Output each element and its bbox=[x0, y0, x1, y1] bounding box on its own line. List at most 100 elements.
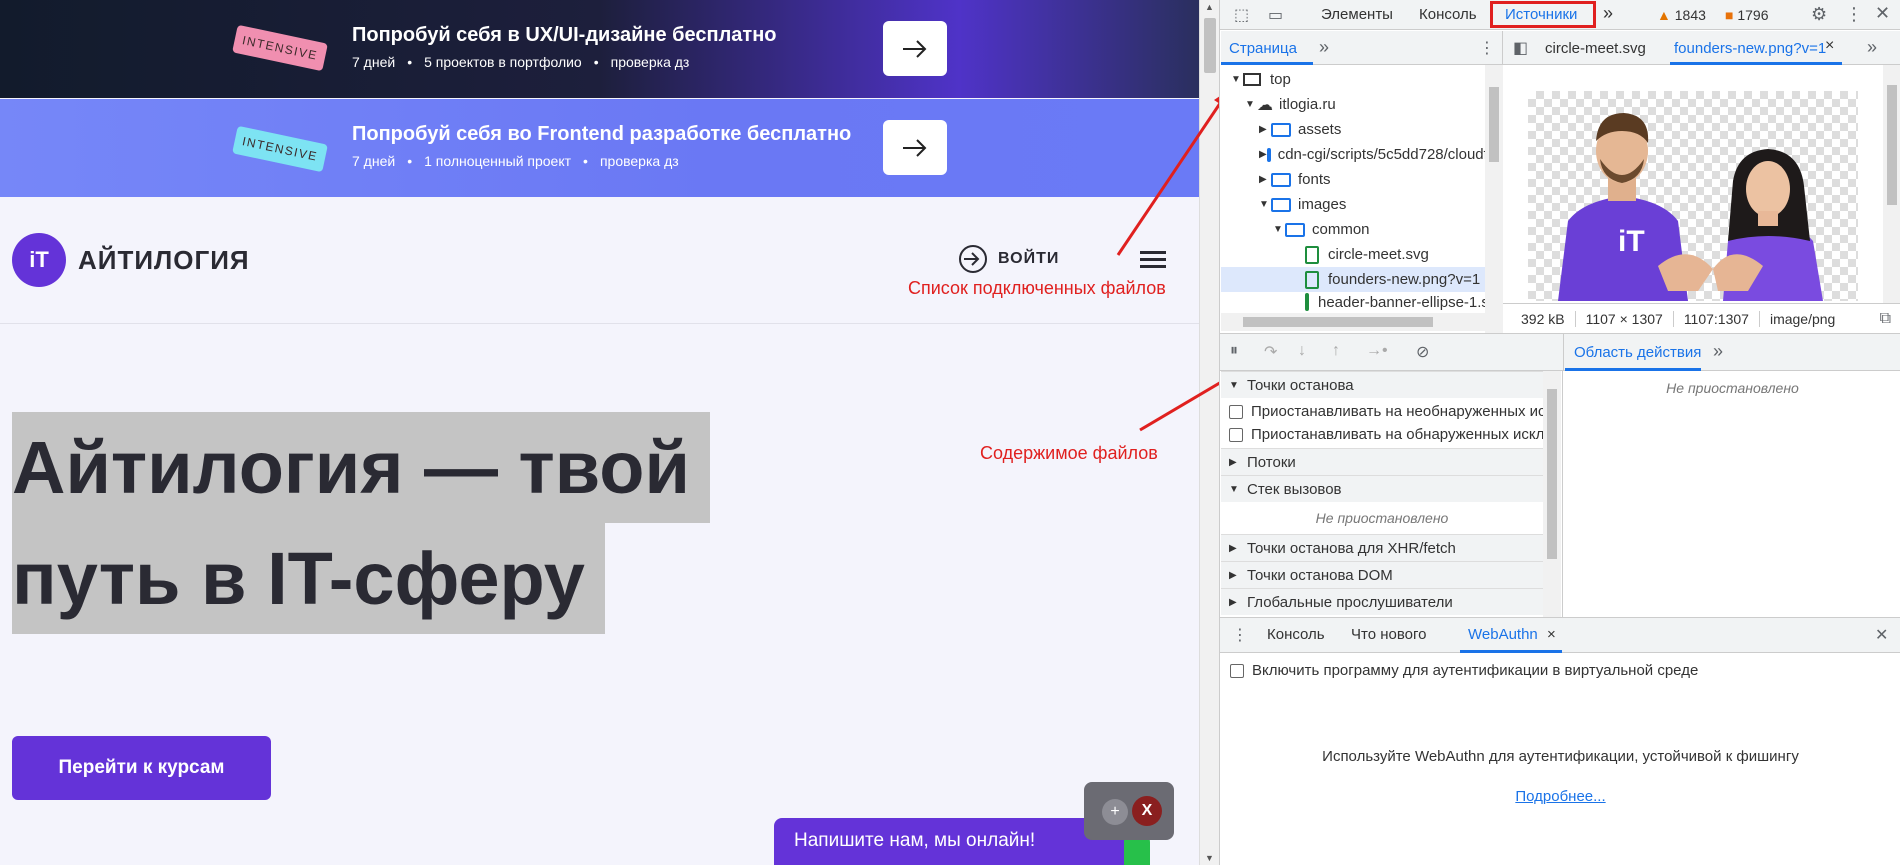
expanded-triangle-icon[interactable]: ▼ bbox=[1245, 99, 1257, 110]
highlight-box bbox=[1490, 1, 1596, 28]
scroll-up-icon[interactable]: ▲ bbox=[1205, 2, 1214, 12]
copy-image-icon[interactable]: ⧉ bbox=[1880, 310, 1891, 328]
tree-item-top[interactable]: ▼ top bbox=[1221, 67, 1487, 92]
chat-close-button[interactable]: X bbox=[1132, 796, 1162, 826]
step-out-icon[interactable]: ↑ bbox=[1332, 342, 1340, 360]
site-header: iT АЙТИЛОГИЯ ВОЙТИ bbox=[0, 198, 1199, 324]
step-into-icon[interactable]: ↓ bbox=[1298, 342, 1306, 360]
collapsed-triangle-icon[interactable]: ▶ bbox=[1259, 124, 1271, 135]
expanded-triangle-icon[interactable]: ▼ bbox=[1229, 380, 1241, 391]
expanded-triangle-icon[interactable]: ▼ bbox=[1231, 74, 1243, 85]
close-devtools-icon[interactable]: ✕ bbox=[1875, 3, 1890, 24]
step-over-icon[interactable]: ↷ bbox=[1264, 342, 1277, 362]
pause-icon[interactable]: ⏸ bbox=[1230, 342, 1238, 360]
close-tab-icon[interactable]: × bbox=[1547, 626, 1556, 643]
issues-counter[interactable]: ■ 1796 bbox=[1725, 7, 1769, 23]
hero-line-2: путь в IT-сферу bbox=[12, 523, 605, 634]
drawer-tab-whats-new[interactable]: Что нового bbox=[1351, 626, 1426, 643]
tree-item-label: cdn-cgi/scripts/5c5dd728/cloudflare-stat… bbox=[1277, 146, 1487, 163]
login-button[interactable]: ВОЙТИ bbox=[958, 244, 1059, 274]
more-tabs-icon[interactable]: » bbox=[1603, 3, 1613, 24]
tree-item-folder[interactable]: ▼ images bbox=[1221, 192, 1487, 217]
kebab-menu-icon[interactable]: ⋮ bbox=[1232, 625, 1248, 645]
editor-tab-founders[interactable]: founders-new.png?v=1 bbox=[1674, 40, 1826, 57]
menu-icon[interactable] bbox=[1140, 251, 1166, 272]
navigator-horizontal-scrollbar[interactable] bbox=[1221, 313, 1485, 331]
toggle-navigator-icon[interactable]: ◧ bbox=[1513, 38, 1528, 58]
go-to-courses-button[interactable]: Перейти к курсам bbox=[12, 736, 271, 800]
banner-detail: проверка дз bbox=[599, 153, 679, 169]
tab-console[interactable]: Консоль bbox=[1419, 6, 1477, 23]
tree-item-folder[interactable]: ▼ common bbox=[1221, 217, 1487, 242]
section-dom-breakpoints[interactable]: ▶ Точки останова DOM bbox=[1221, 561, 1543, 588]
debugger-sidebar-scrollbar[interactable] bbox=[1543, 371, 1561, 617]
banner-arrow-button[interactable] bbox=[883, 120, 947, 175]
more-tabs-icon[interactable]: » bbox=[1713, 341, 1723, 362]
expanded-triangle-icon[interactable]: ▼ bbox=[1259, 199, 1271, 210]
promo-banner-frontend[interactable]: INTENSIVE Попробуй себя во Frontend разр… bbox=[0, 99, 1199, 197]
page-scrollbar[interactable]: ▲ ▼ bbox=[1199, 0, 1219, 865]
tree-item-folder[interactable]: ▶ cdn-cgi/scripts/5c5dd728/cloudflare-st… bbox=[1221, 142, 1487, 167]
scroll-thumb[interactable] bbox=[1489, 87, 1499, 162]
kebab-menu-icon[interactable]: ⋮ bbox=[1845, 4, 1863, 25]
tab-scope[interactable]: Область действия bbox=[1574, 344, 1701, 361]
scroll-thumb[interactable] bbox=[1887, 85, 1897, 205]
scroll-thumb[interactable] bbox=[1204, 18, 1216, 73]
step-icon[interactable]: →• bbox=[1366, 342, 1388, 360]
mime-type: image/png bbox=[1769, 310, 1836, 327]
close-drawer-icon[interactable]: ✕ bbox=[1875, 625, 1888, 645]
collapsed-triangle-icon[interactable]: ▶ bbox=[1259, 174, 1271, 185]
more-tabs-icon[interactable]: » bbox=[1319, 37, 1329, 58]
navigator-vertical-scrollbar[interactable] bbox=[1485, 65, 1503, 333]
checkbox[interactable] bbox=[1229, 404, 1243, 419]
pause-caught-option[interactable]: Приостанавливать на обнаруженных исключе… bbox=[1221, 421, 1543, 448]
drawer-tab-console[interactable]: Консоль bbox=[1267, 626, 1325, 643]
checkbox[interactable] bbox=[1230, 663, 1244, 678]
section-global-listeners[interactable]: ▶ Глобальные прослушиватели bbox=[1221, 588, 1543, 615]
kebab-menu-icon[interactable]: ⋮ bbox=[1479, 38, 1495, 58]
preview-scrollbar[interactable] bbox=[1883, 65, 1900, 303]
expanded-triangle-icon[interactable]: ▼ bbox=[1229, 484, 1241, 495]
cloud-icon: ☁ bbox=[1257, 96, 1273, 114]
device-toggle-icon[interactable]: ▭ bbox=[1268, 5, 1283, 25]
collapsed-triangle-icon[interactable]: ▶ bbox=[1229, 457, 1241, 468]
tree-item-folder[interactable]: ▶ fonts bbox=[1221, 167, 1487, 192]
tree-item-file-selected[interactable]: founders-new.png?v=1 bbox=[1221, 267, 1487, 292]
inspect-element-icon[interactable]: ⬚ bbox=[1234, 5, 1249, 25]
close-tab-icon[interactable]: × bbox=[1825, 37, 1834, 55]
section-xhr-breakpoints[interactable]: ▶ Точки останова для XHR/fetch bbox=[1221, 534, 1543, 561]
tab-page[interactable]: Страница bbox=[1229, 40, 1297, 57]
settings-gear-icon[interactable]: ⚙ bbox=[1811, 4, 1827, 25]
more-tabs-icon[interactable]: » bbox=[1867, 37, 1877, 58]
section-call-stack[interactable]: ▼ Стек вызовов bbox=[1221, 475, 1543, 502]
drawer-tab-webauthn[interactable]: WebAuthn bbox=[1468, 626, 1538, 643]
section-threads[interactable]: ▶ Потоки bbox=[1221, 448, 1543, 475]
checkbox[interactable] bbox=[1229, 427, 1243, 442]
warnings-counter[interactable]: ▲ 1843 bbox=[1657, 7, 1706, 23]
deactivate-breakpoints-icon[interactable]: ⊘ bbox=[1416, 342, 1429, 362]
tab-elements[interactable]: Элементы bbox=[1321, 6, 1393, 23]
scroll-thumb[interactable] bbox=[1243, 317, 1433, 327]
tree-item-file[interactable]: header-banner-ellipse-1.svg bbox=[1221, 292, 1487, 312]
expanded-triangle-icon[interactable]: ▼ bbox=[1273, 224, 1285, 235]
section-breakpoints[interactable]: ▼ Точки останова bbox=[1221, 371, 1543, 398]
scroll-thumb[interactable] bbox=[1547, 389, 1557, 559]
editor-tab-circle-meet[interactable]: circle-meet.svg bbox=[1545, 40, 1646, 57]
tree-item-file[interactable]: circle-meet.svg bbox=[1221, 242, 1487, 267]
banner-arrow-button[interactable] bbox=[883, 21, 947, 76]
tree-item-label: header-banner-ellipse-1.svg bbox=[1318, 293, 1487, 311]
logo-mark[interactable]: iT bbox=[12, 233, 66, 287]
collapsed-triangle-icon[interactable]: ▶ bbox=[1229, 570, 1241, 581]
tree-item-domain[interactable]: ▼ ☁ itlogia.ru bbox=[1221, 92, 1487, 117]
collapsed-triangle-icon[interactable]: ▶ bbox=[1229, 543, 1241, 554]
scroll-down-icon[interactable]: ▼ bbox=[1205, 853, 1214, 863]
chat-expand-button[interactable]: + bbox=[1102, 799, 1128, 825]
collapsed-triangle-icon[interactable]: ▶ bbox=[1229, 597, 1241, 608]
chat-controls: + X bbox=[1084, 782, 1174, 840]
logo-text[interactable]: АЙТИЛОГИЯ bbox=[78, 245, 250, 276]
promo-banner-ux[interactable]: INTENSIVE Попробуй себя в UX/UI-дизайне … bbox=[0, 0, 1199, 98]
learn-more-link[interactable]: Подробнее... bbox=[1515, 788, 1605, 805]
virtual-authenticator-option[interactable]: Включить программу для аутентификации в … bbox=[1230, 662, 1698, 679]
tree-item-folder[interactable]: ▶ assets bbox=[1221, 117, 1487, 142]
collapsed-triangle-icon[interactable]: ▶ bbox=[1259, 149, 1267, 160]
